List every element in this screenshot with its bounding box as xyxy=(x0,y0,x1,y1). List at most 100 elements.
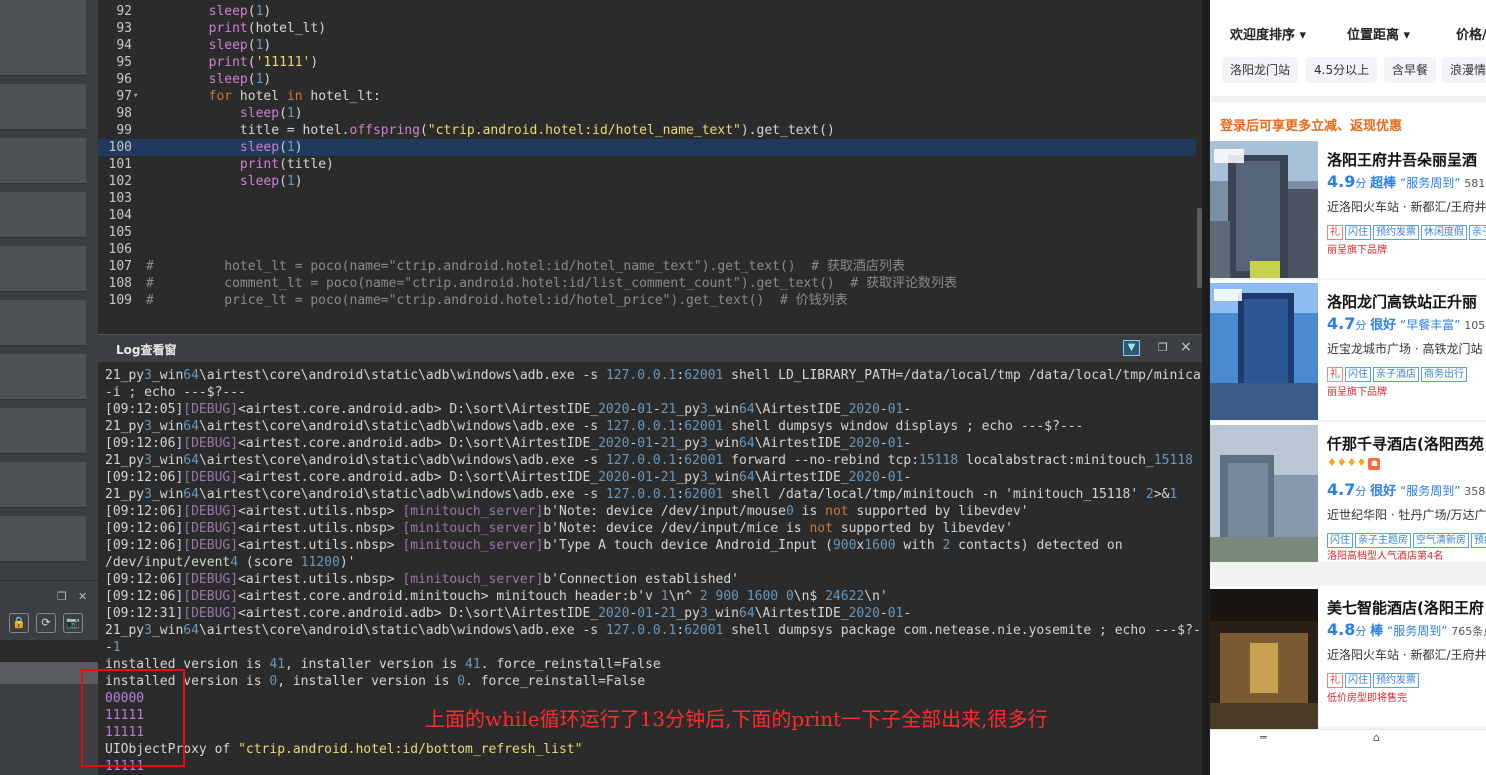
line-number: 105 xyxy=(108,225,132,240)
hotel-brand: 洛阳高档型人气酒店第4名 xyxy=(1327,551,1444,562)
code-line[interactable]: 95 print('11111') xyxy=(98,54,1196,71)
log-line: [09:12:06][DEBUG]<airtest.utils.nbsp> [m… xyxy=(105,538,1123,553)
hotel-tags: 礼闪住 亲子酒店 商务出行 xyxy=(1327,362,1469,382)
hotel-rating: 4.8分 棒 “服务周到” 765条点 xyxy=(1327,620,1486,639)
menu-icon[interactable]: ═ xyxy=(1260,731,1267,744)
left-thumbnail[interactable] xyxy=(0,354,86,400)
code-text: # price_lt = poco(name="ctrip.android.ho… xyxy=(146,293,848,308)
hotel-tags: 闪住亲子主题房空气清新房预约 xyxy=(1327,528,1486,548)
log-line: 21_py3_win64\airtest\core\android\static… xyxy=(105,487,1178,502)
hotel-brand: 丽呈旗下品牌 xyxy=(1327,245,1387,256)
code-line[interactable]: 99 title = hotel.offspring("ctrip.androi… xyxy=(98,122,1196,139)
left-thumbnail[interactable] xyxy=(0,300,86,346)
code-text: sleep(1) xyxy=(239,140,303,155)
filter-chip[interactable]: 含早餐 xyxy=(1384,57,1437,83)
left-thumbnail[interactable] xyxy=(0,192,86,238)
home-icon[interactable]: ⌂ xyxy=(1373,731,1380,744)
code-line[interactable]: 94 sleep(1) xyxy=(98,37,1196,54)
code-line[interactable]: 106 xyxy=(98,241,1196,258)
hotel-card[interactable]: 美七智能酒店(洛阳王府 4.8分 棒 “服务周到” 765条点 近洛阳火车站 ·… xyxy=(1210,586,1486,729)
left-thumbnail[interactable] xyxy=(0,30,86,76)
sort-popularity[interactable]: 欢迎度排序 ▾ xyxy=(1230,24,1306,43)
close-icon[interactable]: × xyxy=(1180,339,1192,355)
code-line[interactable]: 98 sleep(1) xyxy=(98,105,1196,122)
refresh-icon[interactable]: ⟳ xyxy=(36,613,56,633)
code-line[interactable]: 92 sleep(1) xyxy=(98,3,1196,20)
code-text: for hotel in hotel_lt: xyxy=(208,89,381,104)
hotel-rating: 4.9分 超棒 “服务周到” 5814 xyxy=(1327,172,1486,191)
code-text: sleep(1) xyxy=(208,38,272,53)
hotel-location: 近洛阳火车站 · 新都汇/王府井 xyxy=(1327,200,1486,214)
hotel-card[interactable]: 洛阳王府井吾朵丽呈酒 4.9分 超棒 “服务周到” 5814 近洛阳火车站 · … xyxy=(1210,138,1486,278)
hotel-name: 仟那千寻酒店(洛阳西苑 xyxy=(1327,435,1484,453)
device-screen[interactable]: 欢迎度排序 ▾ 位置距离 ▾ 价格/ 洛阳龙门站 4.5分以上 含早餐 浪漫情 … xyxy=(1210,0,1486,775)
hotel-diamond-stars: ♦♦♦♦ ☗ xyxy=(1327,456,1381,470)
code-editor[interactable]: 92 sleep(1) 93 print(hotel_lt) 94 sleep(1)… xyxy=(98,0,1202,326)
log-line: [09:12:06][DEBUG]<airtest.utils.nbsp> [m… xyxy=(105,504,1029,519)
hotel-location: 近世纪华阳 · 牡丹广场/万达广 xyxy=(1327,508,1486,522)
hotel-location: 近洛阳火车站 · 新都汇/王府井 xyxy=(1327,648,1486,662)
line-number: 98 xyxy=(116,106,132,121)
code-text: title = hotel.offspring("ctrip.android.h… xyxy=(239,123,835,138)
left-thumbnail[interactable] xyxy=(0,462,86,508)
hotel-image xyxy=(1210,425,1318,562)
code-line[interactable]: 103 xyxy=(98,190,1196,207)
left-thumbnail[interactable] xyxy=(0,516,86,562)
sort-distance[interactable]: 位置距离 ▾ xyxy=(1347,24,1410,43)
hotel-tags: 礼闪住预约发票休闲度假亲子 xyxy=(1327,220,1486,240)
code-line[interactable]: 97 ▾ for hotel in hotel_lt: xyxy=(98,88,1196,105)
line-number: 102 xyxy=(108,174,132,189)
code-text: sleep(1) xyxy=(239,174,303,189)
code-line[interactable]: 96 sleep(1) xyxy=(98,71,1196,88)
filter-chip[interactable]: 浪漫情 xyxy=(1442,57,1486,83)
code-line[interactable]: 107 # hotel_lt = poco(name="ctrip.android… xyxy=(98,258,1196,275)
lock-icon[interactable]: 🔒 xyxy=(9,613,29,633)
hotel-name: 美七智能酒店(洛阳王府 xyxy=(1327,599,1484,617)
log-line: installed version is 41, installer versi… xyxy=(105,657,661,672)
hotel-name: 洛阳王府井吾朵丽呈酒 xyxy=(1327,151,1478,169)
badge-icon: ☗ xyxy=(1368,458,1381,470)
fold-arrow-icon[interactable]: ▾ xyxy=(133,88,138,105)
hotel-rating: 4.7分 很好 “服务周到” 3581 xyxy=(1327,480,1486,499)
code-line[interactable]: 100 sleep(1) xyxy=(98,139,1196,156)
code-line[interactable]: 105 xyxy=(98,224,1196,241)
code-line[interactable]: 101 print(title) xyxy=(98,156,1196,173)
code-line[interactable]: 93 print(hotel_lt) xyxy=(98,20,1196,37)
sort-price[interactable]: 价格/ xyxy=(1456,24,1486,43)
filter-icon[interactable]: ▼ xyxy=(1123,340,1140,356)
hotel-card[interactable]: 洛阳龙门高铁站正升丽 4.7分 很好 “早餐丰富” 1053 近宝龙城市广场 ·… xyxy=(1210,280,1486,420)
code-text: print(title) xyxy=(239,157,334,172)
promo-text: 登录后可享更多立减、返现优惠 xyxy=(1220,119,1403,134)
code-line[interactable]: 104 xyxy=(98,207,1196,224)
left-thumbnail[interactable] xyxy=(0,408,86,454)
log-panel-header: Log查看窗 ▼ ❐ × xyxy=(98,334,1202,362)
hotel-name: 洛阳龙门高铁站正升丽 xyxy=(1327,293,1478,311)
code-line[interactable]: 108 # comment_lt = poco(name="ctrip.andro… xyxy=(98,275,1196,292)
log-line: -1 xyxy=(105,640,121,655)
camera-icon[interactable]: 📷 xyxy=(63,613,83,633)
log-line: [09:12:06][DEBUG]<airtest.utils.nbsp> [m… xyxy=(105,521,1013,536)
left-input-bar[interactable] xyxy=(0,640,98,662)
filter-chip[interactable]: 4.5分以上 xyxy=(1306,57,1378,83)
hotel-image xyxy=(1210,141,1318,278)
hotel-location: 近宝龙城市广场 · 高铁龙门站 xyxy=(1327,342,1483,356)
left-panel-header: ❐ ✕ xyxy=(0,580,98,610)
filter-chip[interactable]: 洛阳龙门站 xyxy=(1222,57,1299,83)
left-thumbnail[interactable] xyxy=(0,84,86,130)
login-promo-banner[interactable]: 登录后可享更多立减、返现优惠 xyxy=(1210,96,1486,138)
restore-icon[interactable]: ❐ xyxy=(57,590,67,603)
hotel-image xyxy=(1210,283,1318,420)
left-tool-strip: ❐ ✕ 🔒 ⟳ 📷 xyxy=(0,0,98,775)
close-icon[interactable]: ✕ xyxy=(78,590,87,603)
code-line[interactable]: 102 sleep(1) xyxy=(98,173,1196,190)
line-number: 108 xyxy=(108,276,132,291)
line-number: 93 xyxy=(116,21,132,36)
left-thumbnail[interactable] xyxy=(0,246,86,292)
android-nav-bar: ═ ⌂ xyxy=(1210,729,1486,775)
line-number: 95 xyxy=(116,55,132,70)
hotel-card[interactable]: 仟那千寻酒店(洛阳西苑 ♦♦♦♦☗ 4.7分 很好 “服务周到” 3581 近世… xyxy=(1210,422,1486,562)
left-thumbnail[interactable] xyxy=(0,138,86,184)
maximize-icon[interactable]: ❐ xyxy=(1158,341,1168,354)
code-line[interactable]: 109 # price_lt = poco(name="ctrip.android… xyxy=(98,292,1196,309)
log-line: [09:12:06][DEBUG]<airtest.utils.nbsp> [m… xyxy=(105,572,740,587)
